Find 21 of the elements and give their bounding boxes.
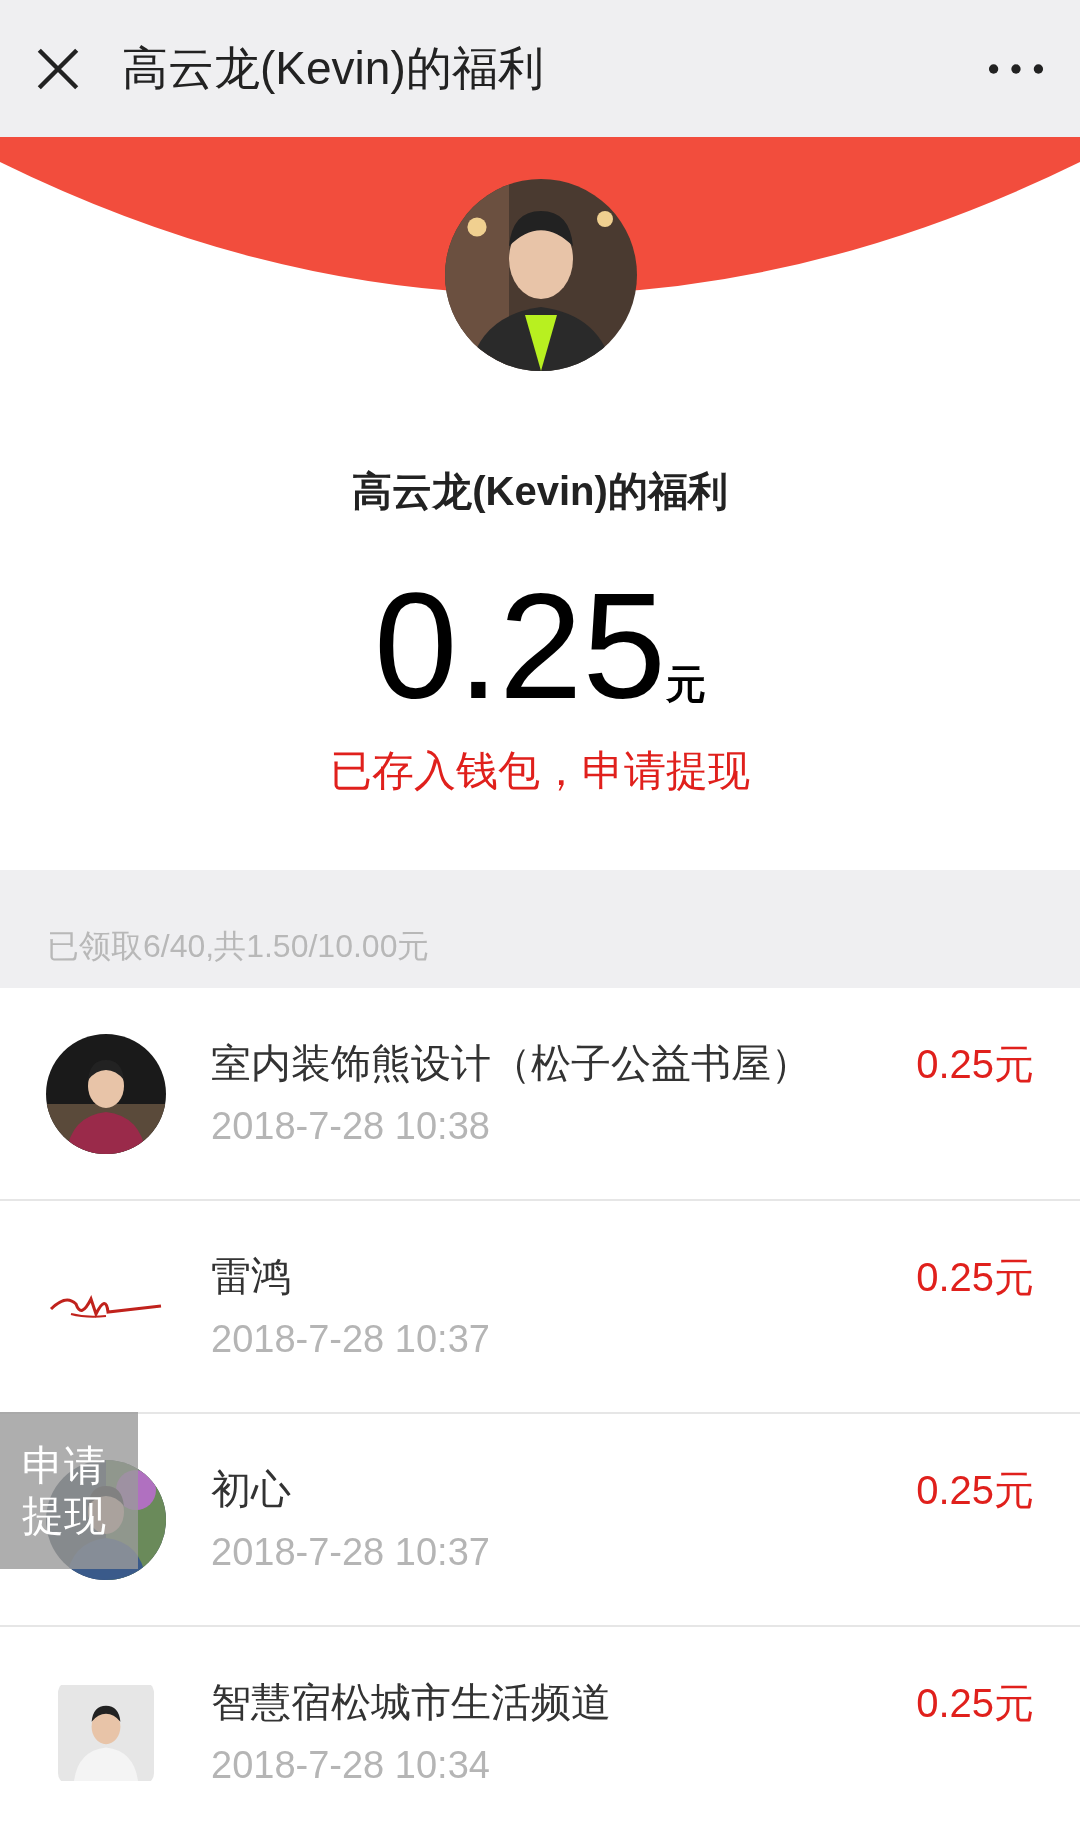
record-amount: 0.25元 xyxy=(916,1254,1034,1301)
window-title: 高云龙(Kevin)的福利 xyxy=(122,41,544,96)
record-amount: 0.25元 xyxy=(916,1467,1034,1514)
record-time: 2018-7-28 10:37 xyxy=(211,1529,491,1574)
amount-unit: 元 xyxy=(665,661,706,708)
record-time: 2018-7-28 10:34 xyxy=(211,1742,491,1787)
summary-text: 已领取6/40,共1.50/10.00元 xyxy=(47,927,430,966)
withdraw-button[interactable]: 申请提现 xyxy=(0,1412,138,1569)
user-name: 初心 xyxy=(211,1465,292,1512)
user-name: 智慧宿松城市生活频道 xyxy=(211,1678,612,1725)
close-icon[interactable] xyxy=(36,46,80,91)
user-name: 雷鸿 xyxy=(211,1252,292,1299)
record-time: 2018-7-28 10:37 xyxy=(211,1316,491,1361)
record-amount: 0.25元 xyxy=(916,1680,1034,1727)
withdraw-link[interactable]: 已存入钱包，申请提现 xyxy=(330,739,750,802)
record-amount: 0.25元 xyxy=(916,1041,1034,1088)
user-name: 室内装饰熊设计（松子公益书屋） xyxy=(211,1039,812,1086)
record-time: 2018-7-28 10:38 xyxy=(211,1103,491,1148)
amount: 0.25 xyxy=(374,571,666,721)
packet-title: 高云龙(Kevin)的福利 xyxy=(352,468,728,515)
more-icon[interactable] xyxy=(988,62,1044,75)
